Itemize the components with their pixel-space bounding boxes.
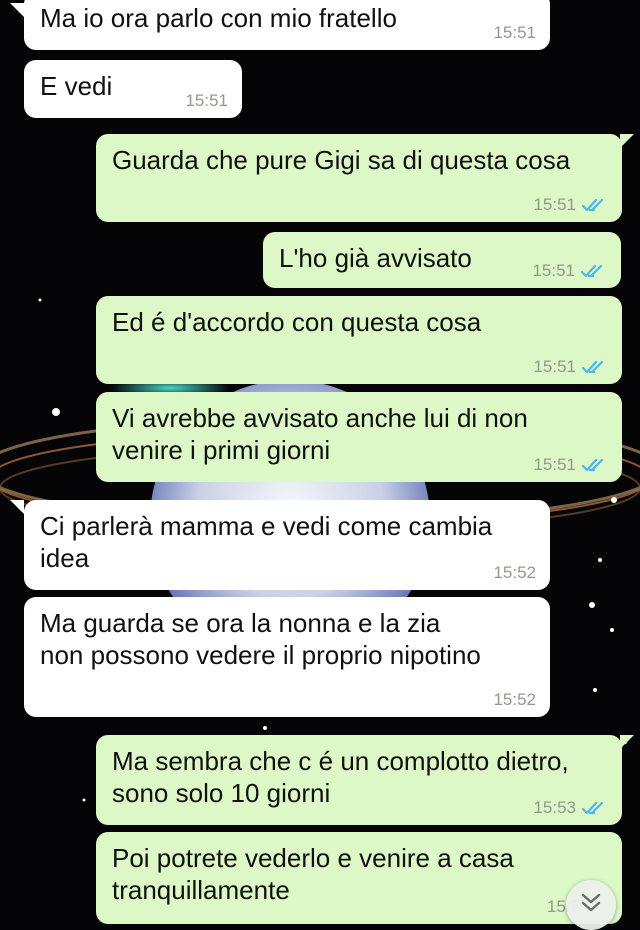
message-meta: 15:52 [493, 563, 536, 583]
message-time: 15:52 [493, 563, 536, 582]
message-meta: 15:51 [493, 23, 536, 43]
scroll-to-bottom-button[interactable] [566, 880, 616, 930]
incoming-message[interactable]: E vedi 15:51 [24, 60, 242, 118]
message-text: Poi potrete vederlo e venire a casa tran… [112, 843, 514, 905]
message-text: Guarda che pure Gigi sa di questa cosa [112, 145, 571, 175]
outgoing-message[interactable]: Vi avrebbe avvisato anche lui di non ven… [96, 392, 622, 482]
message-time: 15:51 [533, 455, 576, 474]
incoming-message[interactable]: Ci parlerà mamma e vedi come cambia idea… [24, 500, 550, 590]
double-check-icon [582, 360, 604, 374]
message-meta: 15:51 [185, 91, 228, 111]
outgoing-message[interactable]: L'ho già avvisato 15:51 [263, 232, 621, 288]
message-meta: 15:52 [493, 690, 536, 710]
chat-message-list[interactable]: Ma io ora parlo con mio fratello 15:51 E… [0, 0, 640, 924]
message-meta: 15:51 [533, 455, 608, 475]
message-time: 15:51 [493, 23, 536, 42]
message-text: Ma io ora parlo con mio fratello [40, 3, 397, 33]
message-time: 15:51 [185, 91, 228, 110]
message-meta: 15:51 [533, 357, 608, 377]
message-text: Ed é d'accordo con questa cosa [112, 307, 482, 337]
double-chevron-down-icon [581, 893, 601, 912]
incoming-message[interactable]: Ma guarda se ora la nonna e la zia non p… [24, 597, 550, 717]
message-meta: 15:51 [533, 195, 608, 215]
bubble-tail [620, 735, 634, 749]
message-time: 15:51 [533, 195, 576, 214]
double-check-icon [581, 264, 603, 278]
outgoing-message[interactable]: Ma sembra che c é un complotto dietro, s… [96, 735, 622, 825]
message-meta: 15:51 [532, 261, 607, 281]
double-check-icon [582, 198, 604, 212]
double-check-icon [582, 801, 604, 815]
outgoing-message[interactable]: Ed é d'accordo con questa cosa 15:51 [96, 296, 622, 384]
message-text: Ci parlerà mamma e vedi come cambia idea [40, 511, 493, 573]
outgoing-message[interactable]: Guarda che pure Gigi sa di questa cosa 1… [96, 134, 622, 222]
message-text: Ma guarda se ora la nonna e la zia non p… [40, 608, 481, 670]
incoming-message[interactable]: Ma io ora parlo con mio fratello 15:51 [24, 0, 550, 50]
message-time: 15:52 [493, 690, 536, 709]
message-time: 15:51 [533, 357, 576, 376]
message-time: 15:51 [532, 261, 575, 280]
bubble-tail [10, 500, 24, 514]
double-check-icon [582, 458, 604, 472]
bubble-tail [620, 134, 634, 148]
message-meta: 15:53 [533, 798, 608, 818]
bubble-tail [10, 3, 24, 17]
message-text: Vi avrebbe avvisato anche lui di non ven… [112, 403, 528, 465]
message-text: Ma sembra che c é un complotto dietro, s… [112, 746, 569, 808]
outgoing-message[interactable]: Poi potrete vederlo e venire a casa tran… [96, 832, 622, 924]
message-time: 15:53 [533, 798, 576, 817]
